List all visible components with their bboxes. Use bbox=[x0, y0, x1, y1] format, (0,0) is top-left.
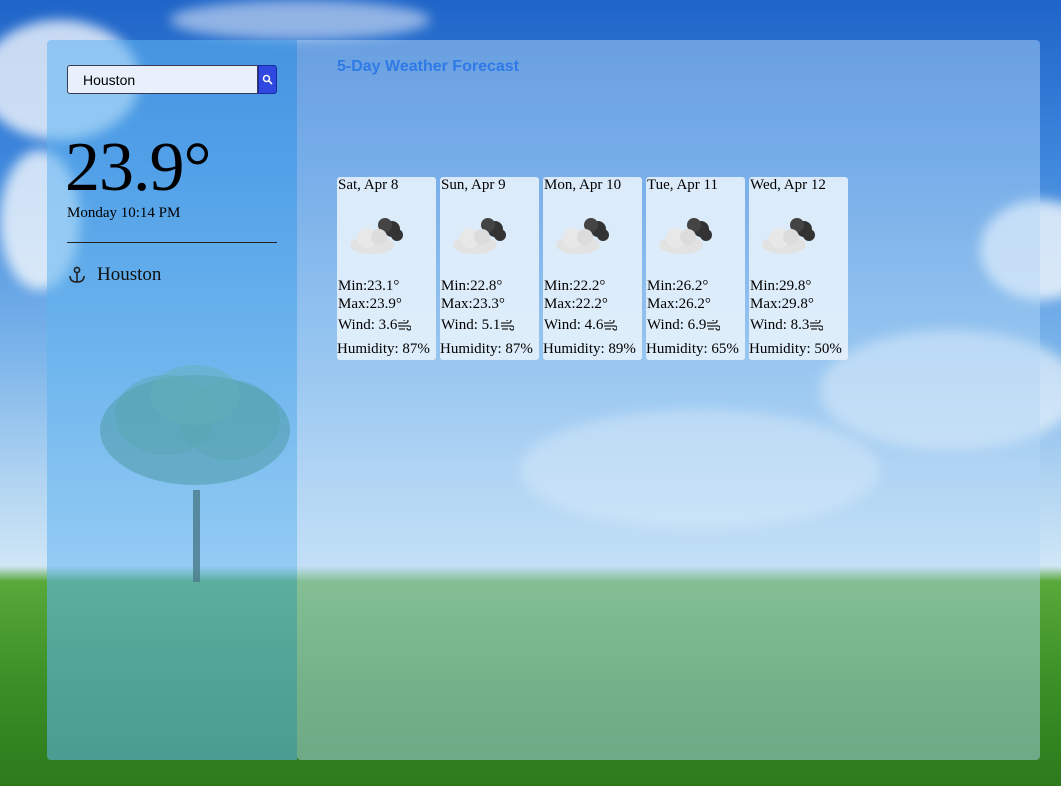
forecast-wind: Wind: 8.3 bbox=[750, 317, 824, 334]
forecast-humidity: Humidity: 87% bbox=[337, 341, 430, 357]
forecast-min: Min:26.2° bbox=[647, 278, 709, 294]
forecast-wind: Wind: 4.6 bbox=[544, 317, 618, 334]
forecast-humidity: Humidity: 50% bbox=[749, 341, 842, 357]
location-anchor-icon bbox=[69, 266, 85, 283]
forecast-list: Sat, Apr 8 Min:23.1° Max:23.9° Wind: 3.6… bbox=[337, 177, 848, 360]
forecast-day-card: Mon, Apr 10 Min:22.2° Max:22.2° Wind: 4.… bbox=[543, 177, 642, 360]
current-city: Houston bbox=[67, 264, 161, 286]
search-button[interactable] bbox=[258, 65, 277, 94]
forecast-max: Max:23.9° bbox=[338, 296, 402, 312]
forecast-day-card: Tue, Apr 11 Min:26.2° Max:26.2° Wind: 6.… bbox=[646, 177, 745, 360]
forecast-date: Tue, Apr 11 bbox=[647, 177, 718, 193]
city-search-input[interactable] bbox=[67, 65, 258, 94]
forecast-max: Max:23.3° bbox=[441, 296, 505, 312]
city-name: Houston bbox=[97, 264, 162, 285]
forecast-max: Max:26.2° bbox=[647, 296, 711, 312]
wind-icon bbox=[810, 319, 824, 331]
current-temperature: 23.9° bbox=[65, 129, 211, 206]
partly-cloudy-night-icon bbox=[556, 218, 609, 254]
forecast-panel bbox=[297, 40, 1040, 760]
forecast-date: Wed, Apr 12 bbox=[750, 177, 826, 193]
forecast-wind: Wind: 3.6 bbox=[338, 317, 412, 334]
forecast-min: Min:29.8° bbox=[750, 278, 812, 294]
forecast-date: Sat, Apr 8 bbox=[338, 177, 399, 193]
background-cloud bbox=[170, 0, 430, 40]
forecast-max: Max:29.8° bbox=[750, 296, 814, 312]
partly-cloudy-night-icon bbox=[762, 218, 815, 254]
forecast-day-card: Wed, Apr 12 Min:29.8° Max:29.8° Wind: 8.… bbox=[749, 177, 848, 360]
divider bbox=[67, 242, 277, 243]
forecast-min: Min:22.8° bbox=[441, 278, 503, 294]
forecast-day-card: Sun, Apr 9 Min:22.8° Max:23.3° Wind: 5.1… bbox=[440, 177, 539, 360]
forecast-wind-value: Wind: 8.3 bbox=[750, 317, 810, 333]
forecast-wind-value: Wind: 6.9 bbox=[647, 317, 707, 333]
partly-cloudy-night-icon bbox=[453, 218, 506, 254]
wind-icon bbox=[398, 319, 412, 331]
current-datetime: Monday 10:14 PM bbox=[67, 205, 181, 221]
forecast-wind: Wind: 5.1 bbox=[441, 317, 515, 334]
forecast-wind: Wind: 6.9 bbox=[647, 317, 721, 334]
wind-icon bbox=[604, 319, 618, 331]
forecast-min: Min:23.1° bbox=[338, 278, 400, 294]
forecast-wind-value: Wind: 5.1 bbox=[441, 317, 501, 333]
forecast-wind-value: Wind: 3.6 bbox=[338, 317, 398, 333]
forecast-max: Max:22.2° bbox=[544, 296, 608, 312]
search-icon bbox=[262, 74, 273, 85]
partly-cloudy-night-icon bbox=[350, 218, 403, 254]
forecast-wind-value: Wind: 4.6 bbox=[544, 317, 604, 333]
partly-cloudy-night-icon bbox=[659, 218, 712, 254]
forecast-date: Mon, Apr 10 bbox=[544, 177, 622, 193]
tree-background-image bbox=[100, 365, 290, 582]
forecast-humidity: Humidity: 89% bbox=[543, 341, 636, 357]
wind-icon bbox=[501, 319, 515, 331]
forecast-min: Min:22.2° bbox=[544, 278, 606, 294]
wind-icon bbox=[707, 319, 721, 331]
forecast-title: 5-Day Weather Forecast bbox=[337, 58, 519, 75]
forecast-day-card: Sat, Apr 8 Min:23.1° Max:23.9° Wind: 3.6… bbox=[337, 177, 436, 360]
forecast-date: Sun, Apr 9 bbox=[441, 177, 506, 193]
forecast-humidity: Humidity: 65% bbox=[646, 341, 739, 357]
forecast-humidity: Humidity: 87% bbox=[440, 341, 533, 357]
